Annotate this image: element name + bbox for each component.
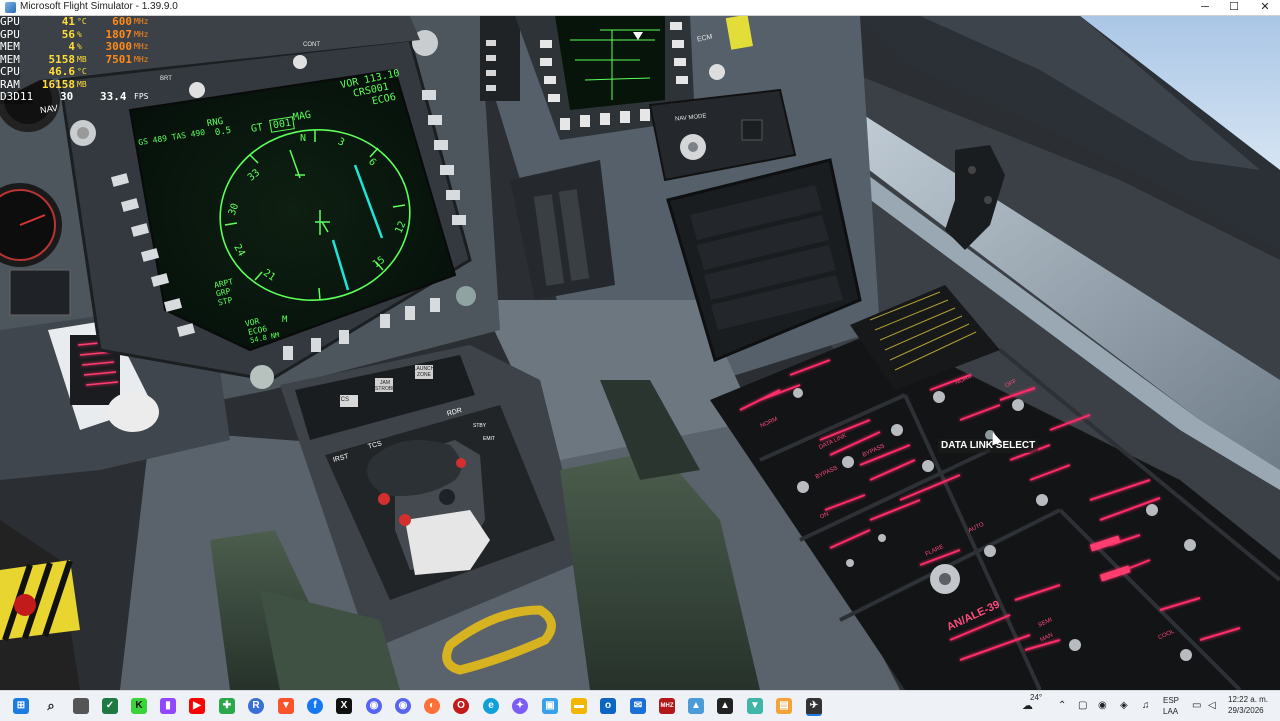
youtube-icon[interactable]: ▶ [189, 698, 205, 714]
outlook-icon[interactable]: o [600, 698, 616, 714]
opera-icon[interactable]: O [453, 698, 469, 714]
flightsim-icon[interactable]: ✈ [806, 698, 822, 716]
store-icon[interactable]: ▤ [776, 698, 792, 714]
cockpit-view[interactable] [0, 16, 1280, 690]
window-title: Microsoft Flight Simulator - 1.39.9.0 [20, 1, 178, 12]
hud-label: D3D11 [0, 90, 34, 104]
hud-label: MEM [0, 40, 20, 54]
hud-unit: % [77, 29, 82, 39]
hud-value: 4 [68, 40, 75, 53]
minimize-button[interactable]: ─ [1190, 0, 1220, 15]
hud-unit: % [77, 42, 82, 51]
start-icon[interactable]: ⊞ [13, 698, 29, 714]
hud-label: GPU [0, 15, 20, 29]
search-icon[interactable]: ⌕ [43, 698, 59, 714]
photos2-icon[interactable]: ▲ [688, 698, 704, 714]
adobe-icon[interactable]: ▲ [717, 698, 733, 714]
language-code: ESP [1163, 696, 1180, 705]
copilot-icon[interactable]: ✦ [512, 698, 528, 714]
hud-value: 41 [61, 15, 75, 28]
hud-unit: °C [77, 17, 87, 26]
hud-value: 46.6 [48, 65, 76, 78]
weather-temp: 24° [1030, 693, 1043, 702]
task-view-icon[interactable] [73, 698, 89, 714]
close-button[interactable]: ✕ [1250, 0, 1280, 15]
tooltip-data-link-select: DATA LINK SELECT [938, 439, 1039, 453]
discord-icon-2[interactable]: ◉ [395, 698, 411, 714]
hud-unit: °C [77, 67, 87, 76]
kick-icon[interactable]: K [131, 698, 147, 714]
hud-unit-2: MHz [134, 29, 149, 39]
x-icon[interactable]: X [336, 698, 352, 714]
brave-icon[interactable]: ▼ [278, 698, 294, 714]
hud-value-2: 3000 [105, 40, 133, 53]
hud-frametime: 33.4 [100, 90, 127, 103]
vpn-icon[interactable]: ▼ [747, 698, 763, 714]
hud-label: CPU [0, 65, 20, 79]
language-layout: LAA [1163, 707, 1179, 716]
hud-value-2: 7501 [105, 52, 133, 66]
mail-icon[interactable]: ✉ [630, 698, 646, 714]
hud-unit: MB [77, 79, 87, 89]
firefox-icon[interactable]: ◐ [424, 698, 440, 714]
app-icon [5, 2, 16, 13]
twitch-icon[interactable]: ▮ [160, 698, 176, 714]
windows-taskbar: ⊞ ⌕ ✓ K ▮ ▶ ✚ R ▼ f X ◉ ◉ ◐ O e ✦ ▣ ▬ o … [0, 690, 1280, 721]
photos-icon[interactable]: ▣ [542, 698, 558, 714]
maximize-button[interactable]: ☐ [1219, 0, 1249, 15]
hud-unit: MB [77, 54, 87, 64]
edge-icon[interactable]: e [483, 698, 499, 714]
mhz-icon[interactable]: MHZ [659, 698, 675, 714]
hud-unit-2: MHz [134, 42, 149, 51]
r-icon[interactable]: R [248, 698, 264, 714]
excel-icon[interactable]: ✓ [102, 698, 118, 714]
hud-unit-2: MHz [134, 54, 149, 64]
cockpit-scene [0, 16, 1280, 690]
window-titlebar: Microsoft Flight Simulator - 1.39.9.0 ─ … [0, 0, 1280, 16]
hud-unit-2: MHz [134, 17, 149, 26]
facebook-icon[interactable]: f [307, 698, 323, 714]
hud-value-2: 600 [112, 15, 132, 28]
explorer-icon[interactable]: ▬ [571, 698, 587, 714]
clock-time: 12:22 a. m. [1228, 695, 1269, 704]
discord-icon[interactable]: ◉ [366, 698, 382, 714]
clock-date: 29/3/2026 [1228, 706, 1264, 715]
xbox-icon[interactable]: ✚ [219, 698, 235, 714]
hud-fps: 30 [60, 90, 74, 103]
hud-fps-unit: FPS [134, 92, 149, 101]
